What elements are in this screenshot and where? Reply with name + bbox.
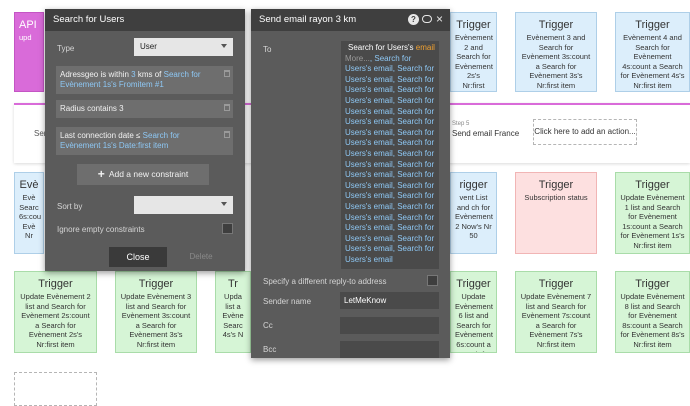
sender-name-value: LetMeKnow [344,296,387,305]
trigger-card[interactable]: Trigger Evènement 2 and Search for Evène… [450,12,497,92]
bcc-label: Bcc [263,345,277,354]
card-desc: Evè Searc 6s:cou Evè Nr [19,193,42,241]
email-panel-title-text: Send email rayon 3 km [259,14,357,25]
card-desc: Update Evènement 2 list and Search for E… [20,292,91,349]
trash-icon[interactable] [224,131,230,138]
help-icon[interactable]: ? [408,14,419,25]
card-title: Evè [19,179,39,191]
card-desc: Update Evènement 1 list and Search for E… [620,193,685,250]
step-name[interactable]: Send email France [452,129,519,138]
constraint-row[interactable]: Adressgeo is within 3 kms of Search for … [56,66,233,94]
card-desc: Subscription status [524,193,588,202]
cc-input[interactable] [340,317,439,334]
close-label: Close [126,252,150,262]
card-title: API [19,19,37,31]
constraint-text: Last connection date ≤ [60,131,143,140]
empty-event-slot[interactable] [14,372,97,406]
cc-label: Cc [263,321,273,330]
reply-to-label: Specify a different reply-to address [263,277,387,286]
card-title: Trigger [635,179,670,191]
card-desc: Update Evènement 8 list and Search for E… [620,292,685,349]
sender-name-input[interactable]: LetMeKnow [340,292,439,309]
trigger-card[interactable]: Trigger Update Evènement 8 list and Sear… [615,271,690,353]
close-icon[interactable]: × [436,12,443,26]
to-expression-box[interactable]: Search for Users's email More..., Search… [341,41,439,269]
to-first-text: Search for Users's [348,43,414,52]
trash-icon[interactable] [224,104,230,111]
card-title: rigger [459,179,488,191]
card-title: Tr [228,278,238,290]
card-desc: vent List and ch for Evènement 2 Now's N… [455,193,493,241]
plus-icon: + [97,167,105,181]
trigger-card[interactable]: Trigger Evènement 3 and Search for Evène… [515,12,597,92]
card-desc: Update Evènement 3 list and Search for E… [120,292,192,349]
to-first-highlight: email [415,43,435,52]
add-constraint-label: Add a new constraint [108,169,189,179]
card-desc: Evènement 3 and Search for Evènement 3s:… [521,33,591,90]
sender-name-label: Sender name [263,297,312,306]
card-title: Trigger [138,278,174,290]
delete-label: Delete [189,252,213,261]
trigger-card[interactable]: Trigger Update Evènement 1 list and Sear… [615,172,690,254]
card-desc: Evènement 2 and Search for Evènement 2s'… [455,33,493,91]
trigger-card[interactable]: Trigger Update Evènement 7 list and Sear… [515,271,597,353]
api-card[interactable]: API upd [14,12,44,92]
card-title: Trigger [538,179,574,191]
constraint-text: Adressgeo is within [60,70,132,79]
card-title: Trigger [538,19,574,31]
to-first-expression[interactable]: Search for Users's email [345,43,435,54]
delete-button[interactable]: Delete [181,247,221,267]
chevron-down-icon [221,44,227,48]
to-label: To [263,45,272,54]
trigger-card[interactable]: Evè Evè Searc 6s:cou Evè Nr [14,172,44,254]
card-title: Trigger [635,19,670,31]
sort-by-label: Sort by [57,202,83,211]
sort-by-select[interactable] [134,196,233,214]
close-button[interactable]: Close [109,247,167,267]
trigger-card[interactable]: Tr Upda list a Evène Searc 4s's N [215,271,251,353]
card-desc: Update Evènement 7 list and Search for E… [520,292,592,349]
ignore-empty-checkbox[interactable] [222,223,233,234]
add-action-button[interactable]: Click here to add an action... [533,119,637,145]
bcc-input[interactable] [340,341,439,358]
card-title: Trigger [538,278,574,290]
reply-to-checkbox[interactable] [427,275,438,286]
trigger-card[interactable]: Trigger Update Evènement 2 list and Sear… [14,271,97,353]
type-label: Type [57,44,75,53]
trigger-card[interactable]: rigger vent List and ch for Evènement 2 … [450,172,497,254]
constraint-text-mid: kms of [135,70,164,79]
constraint-text: Radius contains [60,104,120,113]
comment-icon[interactable] [422,15,432,23]
constraint-number[interactable]: 3 [119,104,123,113]
add-constraint-button[interactable]: + Add a new constraint [77,164,209,185]
card-desc: upd [19,33,32,42]
step-number: Step 5 [452,121,470,127]
search-users-panel: Search for Users Type User Adressgeo is … [45,9,245,271]
chevron-down-icon [221,202,227,206]
card-title: Trigger [456,19,491,31]
to-more[interactable]: More... [345,54,370,63]
email-panel-title[interactable]: Send email rayon 3 km [251,9,450,31]
trigger-card[interactable]: Trigger Update Evènement 6 list and Sear… [450,271,497,353]
card-desc: Update Evènement 6 list and Search for E… [455,292,493,352]
ignore-empty-label: Ignore empty constraints [57,225,145,234]
card-title: Trigger [38,278,73,290]
to-items-list: More..., Search for Users's email, Searc… [345,53,435,264]
trigger-card[interactable]: Trigger Evènement 4 and Search for Evène… [615,12,690,92]
type-select[interactable]: User [134,38,233,56]
trash-icon[interactable] [224,70,230,77]
card-title: Trigger [456,278,491,290]
type-select-value: User [140,42,157,51]
trigger-card[interactable]: Trigger Subscription status [515,172,597,254]
add-action-label: Click here to add an action... [534,127,636,136]
search-panel-title[interactable]: Search for Users [45,9,245,31]
card-title: Trigger [635,278,670,290]
trigger-card[interactable]: Trigger Update Evènement 3 list and Sear… [115,271,197,353]
constraint-row[interactable]: Radius contains 3 [56,100,233,118]
constraint-row[interactable]: Last connection date ≤ Search for Evènem… [56,127,233,155]
card-desc: Upda list a Evène Searc 4s's N [222,292,244,340]
card-desc: Evènement 4 and Search for Evènement 4s:… [620,33,685,90]
